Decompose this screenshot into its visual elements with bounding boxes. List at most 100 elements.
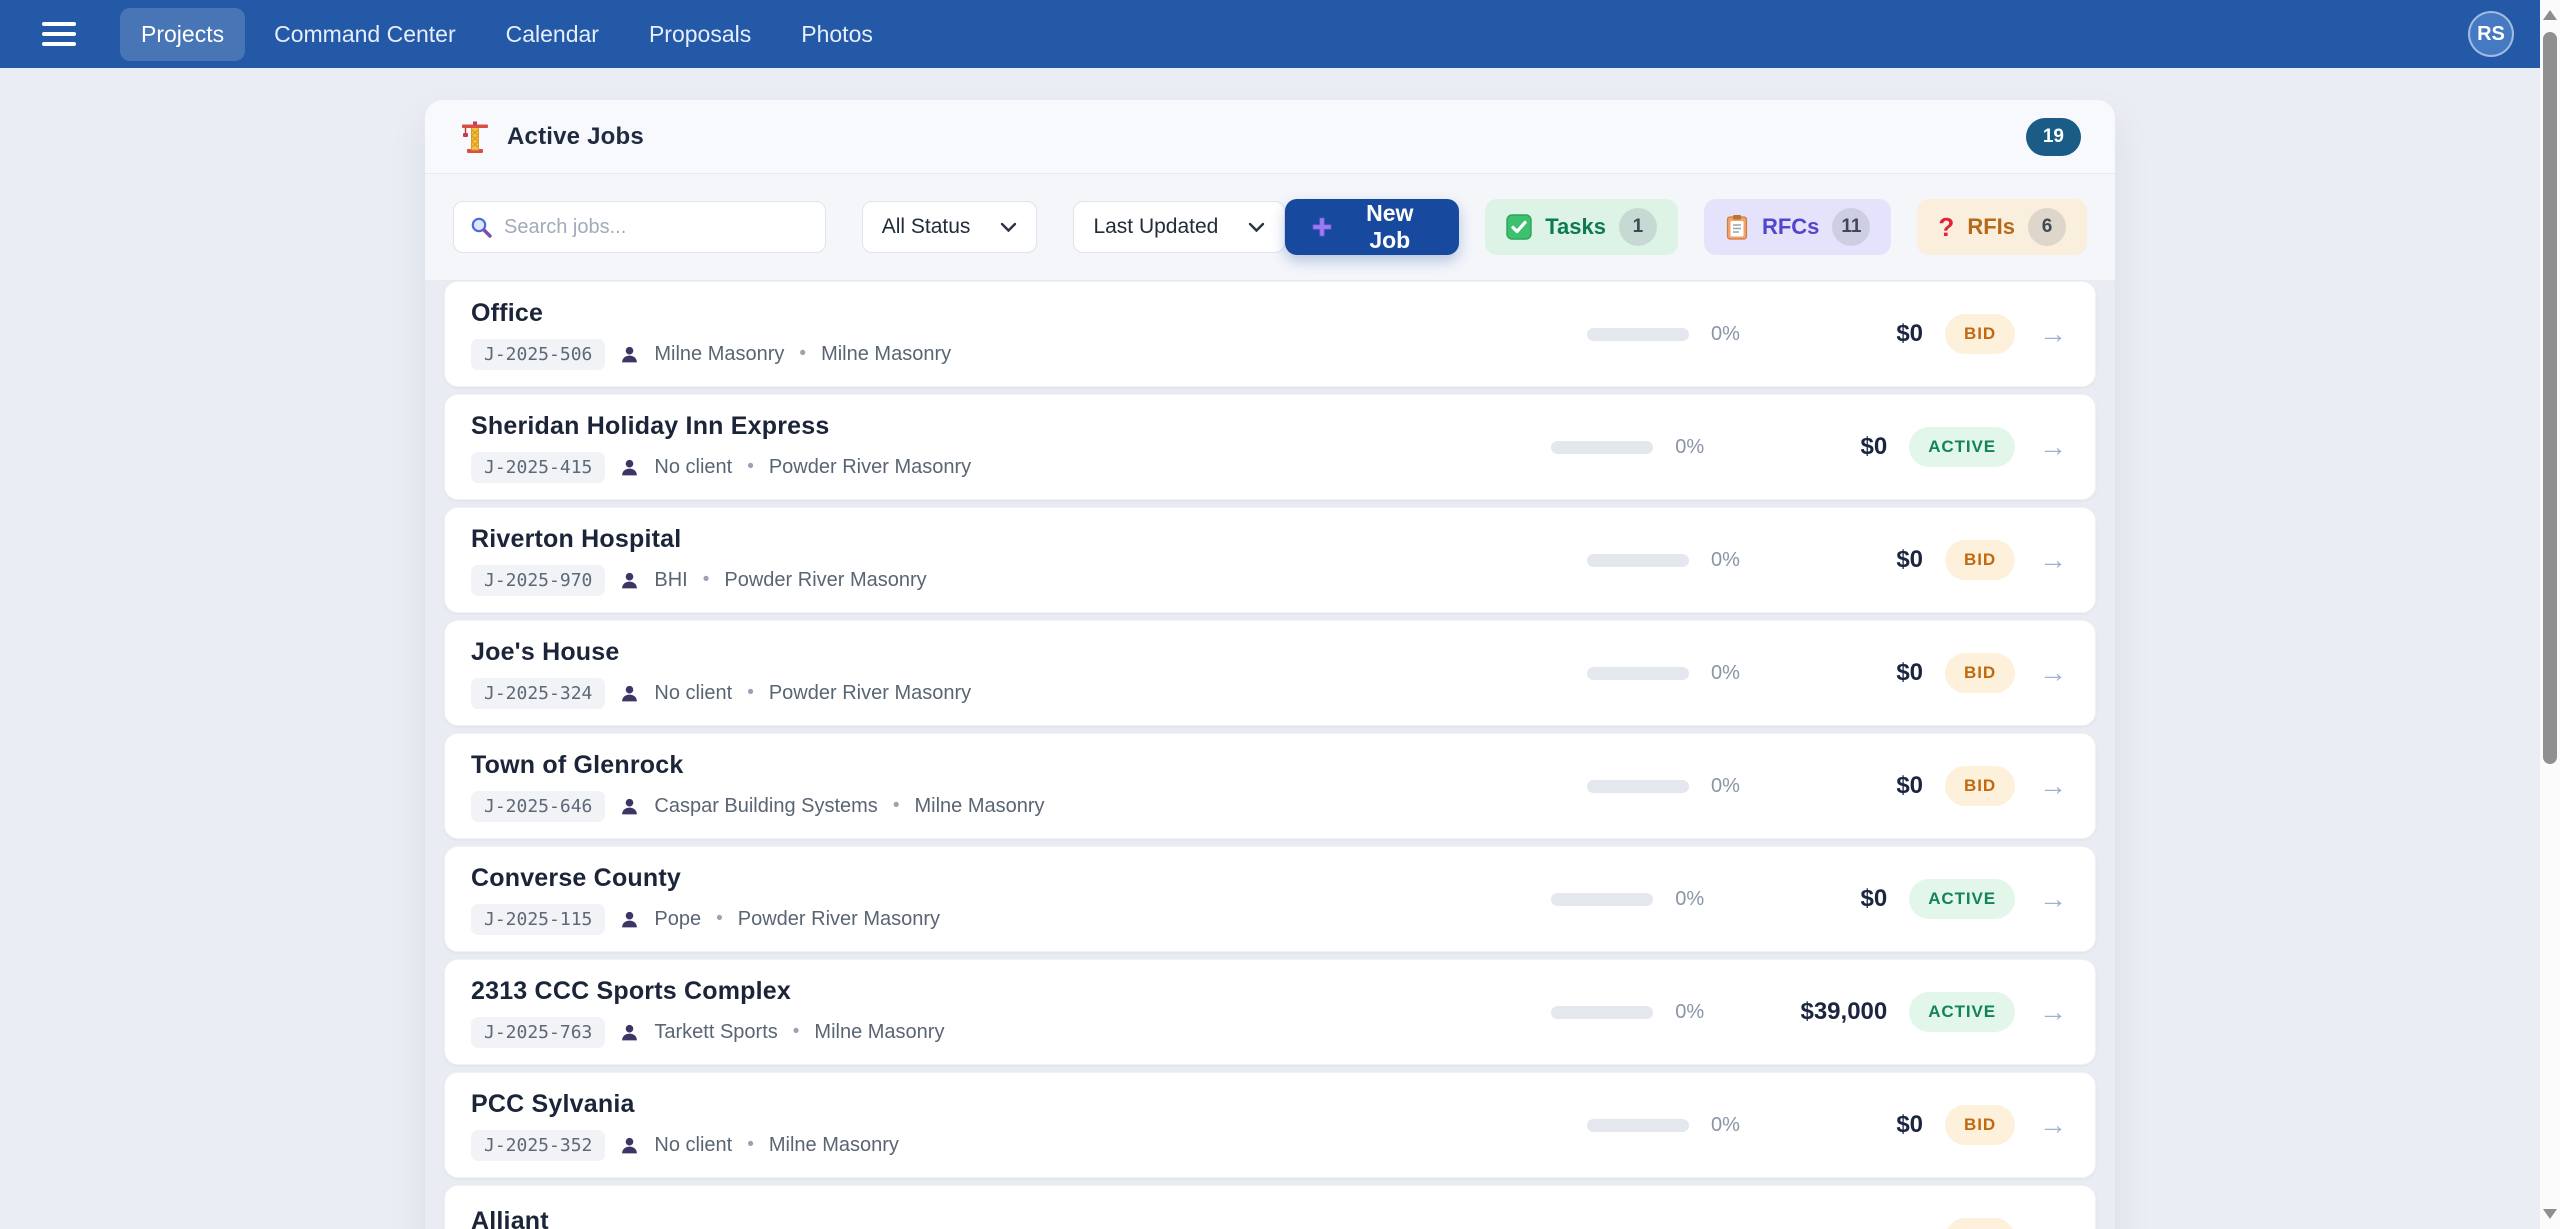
job-client: Pope bbox=[654, 908, 701, 931]
job-code: J-2025-115 bbox=[471, 904, 605, 935]
check-icon bbox=[1506, 214, 1532, 240]
status-badge: BID bbox=[1945, 1218, 2015, 1229]
job-amount: $0 bbox=[1775, 320, 1923, 348]
arrow-right-icon[interactable]: → bbox=[2037, 768, 2069, 804]
main-nav: Projects Command Center Calendar Proposa… bbox=[120, 8, 894, 61]
progress-label: 0% bbox=[1711, 549, 1753, 572]
hamburger-icon[interactable] bbox=[42, 22, 76, 46]
job-row[interactable]: Alliant • BID → bbox=[444, 1185, 2096, 1229]
job-company: Milne Masonry bbox=[821, 343, 951, 366]
person-icon bbox=[620, 571, 639, 590]
new-job-button[interactable]: New Job bbox=[1285, 199, 1459, 255]
arrow-right-icon[interactable]: → bbox=[2037, 1107, 2069, 1143]
progress-label: 0% bbox=[1675, 436, 1717, 459]
tasks-label: Tasks bbox=[1545, 214, 1606, 240]
magnifier-icon bbox=[469, 215, 493, 239]
person-icon bbox=[620, 345, 639, 364]
job-company: Powder River Masonry bbox=[738, 908, 940, 931]
job-row[interactable]: Joe's House J-2025-324 No client • Powde… bbox=[444, 620, 2096, 726]
job-title: Converse County bbox=[471, 864, 940, 893]
panel-title: Active Jobs bbox=[507, 123, 644, 151]
job-row[interactable]: Town of Glenrock J-2025-646 Caspar Build… bbox=[444, 733, 2096, 839]
nav-item-photos[interactable]: Photos bbox=[780, 8, 894, 61]
job-row[interactable]: Converse County J-2025-115 Pope • Powder… bbox=[444, 846, 2096, 952]
progress-bar bbox=[1551, 1006, 1653, 1019]
job-title: Riverton Hospital bbox=[471, 525, 927, 554]
rfis-count-badge: 6 bbox=[2028, 208, 2066, 246]
job-code: J-2025-415 bbox=[471, 452, 605, 483]
chevron-down-icon bbox=[1248, 222, 1265, 233]
progress-bar bbox=[1587, 554, 1689, 567]
job-code: J-2025-763 bbox=[471, 1017, 605, 1048]
dot-separator: • bbox=[703, 569, 710, 591]
scrollbar-thumb[interactable] bbox=[2543, 32, 2557, 764]
sort-select[interactable]: Last Updated bbox=[1073, 201, 1285, 253]
job-row[interactable]: PCC Sylvania J-2025-352 No client • Miln… bbox=[444, 1072, 2096, 1178]
arrow-right-icon[interactable]: → bbox=[2037, 429, 2069, 465]
progress-bar bbox=[1587, 667, 1689, 680]
top-nav: Projects Command Center Calendar Proposa… bbox=[0, 0, 2540, 68]
job-company: Powder River Masonry bbox=[724, 569, 926, 592]
job-amount: $0 bbox=[1775, 546, 1923, 574]
job-code: J-2025-646 bbox=[471, 791, 605, 822]
progress-bar bbox=[1551, 441, 1653, 454]
question-icon: ? bbox=[1938, 214, 1954, 240]
job-code: J-2025-324 bbox=[471, 678, 605, 709]
scrollbar-up-arrow-icon[interactable] bbox=[2543, 10, 2557, 20]
job-title: Office bbox=[471, 299, 951, 328]
nav-item-command-center[interactable]: Command Center bbox=[253, 8, 477, 61]
rfcs-count-badge: 11 bbox=[1832, 208, 1870, 246]
nav-item-calendar[interactable]: Calendar bbox=[485, 8, 620, 61]
job-row[interactable]: Riverton Hospital J-2025-970 BHI • Powde… bbox=[444, 507, 2096, 613]
jobs-count-badge: 19 bbox=[2026, 118, 2081, 156]
dot-separator: • bbox=[716, 908, 723, 930]
new-job-label: New Job bbox=[1346, 200, 1433, 254]
arrow-right-icon[interactable]: → bbox=[2037, 316, 2069, 352]
rfis-button[interactable]: ? RFIs 6 bbox=[1917, 199, 2087, 255]
rfcs-button[interactable]: RFCs 11 bbox=[1704, 199, 1891, 255]
search-input[interactable] bbox=[504, 216, 810, 239]
job-client: No client bbox=[654, 1134, 732, 1157]
tasks-button[interactable]: Tasks 1 bbox=[1485, 199, 1678, 255]
arrow-right-icon[interactable]: → bbox=[2037, 994, 2069, 1030]
status-select[interactable]: All Status bbox=[862, 201, 1038, 253]
progress-label: 0% bbox=[1711, 323, 1753, 346]
status-badge: BID bbox=[1945, 1105, 2015, 1145]
job-meta: J-2025-115 Pope • Powder River Masonry bbox=[471, 904, 940, 935]
job-client: Caspar Building Systems bbox=[654, 795, 877, 818]
job-title: 2313 CCC Sports Complex bbox=[471, 977, 944, 1006]
dot-separator: • bbox=[793, 1021, 800, 1043]
arrow-right-icon[interactable]: → bbox=[2037, 1220, 2069, 1229]
arrow-right-icon[interactable]: → bbox=[2037, 542, 2069, 578]
progress-label: 0% bbox=[1711, 1114, 1753, 1137]
avatar[interactable]: RS bbox=[2468, 11, 2514, 57]
arrow-right-icon[interactable]: → bbox=[2037, 881, 2069, 917]
plus-icon bbox=[1311, 216, 1333, 238]
progress-bar bbox=[1587, 780, 1689, 793]
dot-separator: • bbox=[747, 682, 754, 704]
job-code: J-2025-506 bbox=[471, 339, 605, 370]
job-title: Town of Glenrock bbox=[471, 751, 1045, 780]
progress-bar bbox=[1587, 1119, 1689, 1132]
job-row[interactable]: Sheridan Holiday Inn Express J-2025-415 … bbox=[444, 394, 2096, 500]
nav-item-projects[interactable]: Projects bbox=[120, 8, 245, 61]
job-title: Sheridan Holiday Inn Express bbox=[471, 412, 971, 441]
status-select-value: All Status bbox=[882, 215, 971, 239]
job-amount: $0 bbox=[1739, 433, 1887, 461]
nav-item-proposals[interactable]: Proposals bbox=[628, 8, 772, 61]
job-row[interactable]: 2313 CCC Sports Complex J-2025-763 Tarke… bbox=[444, 959, 2096, 1065]
person-icon bbox=[620, 458, 639, 477]
page-scrollbar bbox=[2540, 0, 2560, 1229]
scrollbar-down-arrow-icon[interactable] bbox=[2543, 1209, 2557, 1219]
progress-label: 0% bbox=[1711, 662, 1753, 685]
dot-separator: • bbox=[747, 456, 754, 478]
job-amount: $0 bbox=[1739, 885, 1887, 913]
progress-bar bbox=[1551, 893, 1653, 906]
job-row[interactable]: Office J-2025-506 Milne Masonry • Milne … bbox=[444, 281, 2096, 387]
dot-separator: • bbox=[799, 343, 806, 365]
arrow-right-icon[interactable]: → bbox=[2037, 655, 2069, 691]
status-badge: ACTIVE bbox=[1909, 992, 2015, 1032]
panel-header: Active Jobs 19 bbox=[425, 100, 2115, 174]
search-box bbox=[453, 201, 826, 253]
status-badge: BID bbox=[1945, 766, 2015, 806]
